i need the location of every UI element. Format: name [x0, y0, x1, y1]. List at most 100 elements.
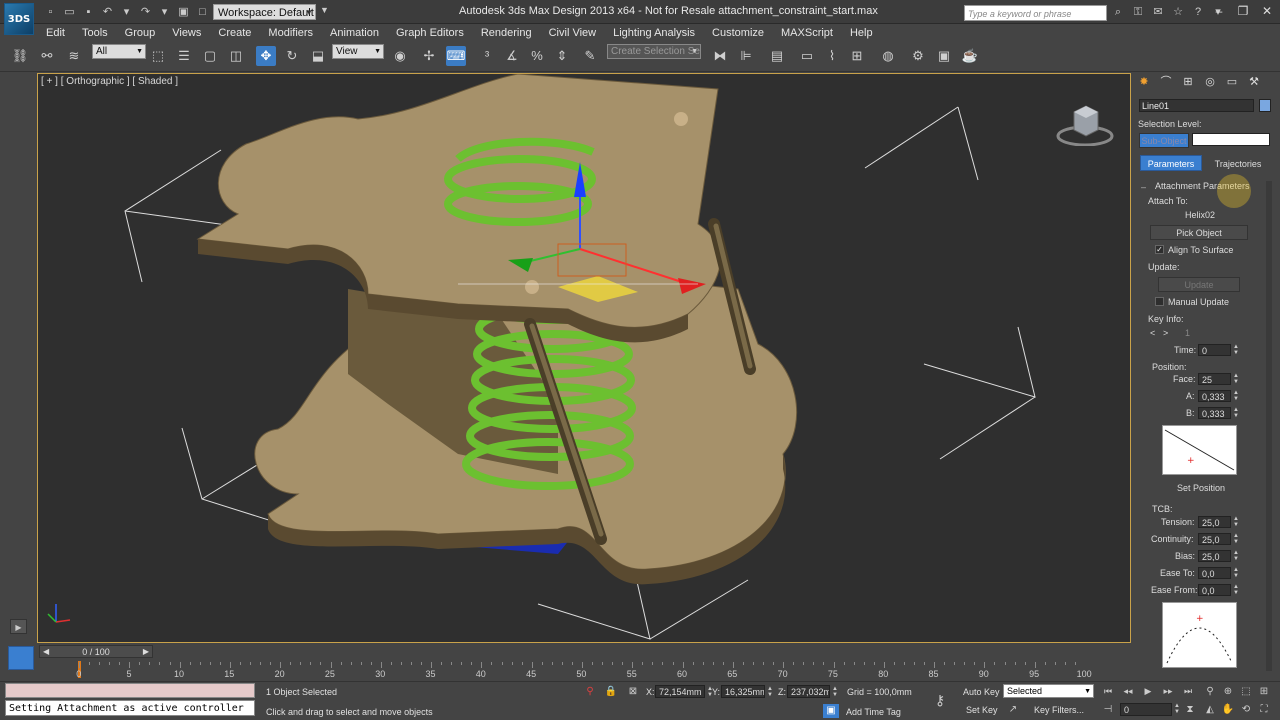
- perspective-viewport[interactable]: [ + ] [ Orthographic ] [ Shaded ]: [37, 73, 1131, 643]
- menu-create[interactable]: Create: [218, 27, 251, 39]
- menu-maxscript[interactable]: MAXScript: [781, 27, 833, 39]
- undo-icon[interactable]: ↶: [99, 4, 116, 20]
- modify-tab-icon[interactable]: ⌒: [1159, 75, 1173, 89]
- select-and-move-icon[interactable]: ✥: [256, 46, 276, 66]
- time-field[interactable]: 0: [1198, 344, 1231, 356]
- minimize-icon[interactable]: –: [1212, 3, 1226, 19]
- workspace-menu-icon[interactable]: ▼: [320, 5, 329, 15]
- next-key-icon[interactable]: >: [1163, 328, 1168, 338]
- field-of-view-icon[interactable]: ◭: [1202, 702, 1218, 717]
- key-filter-icon[interactable]: ↗: [1005, 703, 1021, 717]
- selection-filter-dropdown[interactable]: All ▼: [92, 44, 146, 59]
- continuity-field[interactable]: 25,0: [1198, 533, 1231, 545]
- play-icon[interactable]: ▶: [1140, 684, 1156, 698]
- b-field[interactable]: 0,333: [1198, 407, 1231, 419]
- frame-spinner[interactable]: ▲ ▼: [1173, 703, 1181, 715]
- zoom-all-icon[interactable]: ⊕: [1220, 684, 1236, 699]
- new-file-icon[interactable]: ▫: [42, 4, 59, 20]
- help-icon[interactable]: ?: [1191, 4, 1205, 20]
- material-editor-icon[interactable]: ◍: [878, 46, 898, 66]
- redo-dropdown-icon[interactable]: ▾: [156, 4, 173, 20]
- render-teapot-icon[interactable]: ☕: [960, 46, 980, 66]
- menu-modifiers[interactable]: Modifiers: [268, 27, 313, 39]
- hierarchy-tab-icon[interactable]: ⊞: [1181, 75, 1195, 89]
- mirror-icon[interactable]: ⧓: [710, 46, 730, 66]
- project-folder-icon[interactable]: ▣: [175, 4, 192, 20]
- y-spinner[interactable]: ▲ ▼: [766, 686, 774, 698]
- go-to-end-icon[interactable]: ⏭: [1180, 684, 1196, 698]
- zoom-icon[interactable]: ⚲: [1202, 684, 1218, 699]
- parameters-tab[interactable]: Parameters: [1140, 155, 1202, 171]
- percent-snap-icon[interactable]: %: [527, 46, 547, 66]
- open-file-icon[interactable]: ▭: [61, 4, 78, 20]
- key-mode-dropdown[interactable]: Selected ▼: [1003, 684, 1094, 698]
- object-color-swatch[interactable]: [1259, 99, 1271, 112]
- render-setup-icon[interactable]: ⚙: [908, 46, 928, 66]
- favorites-star-icon[interactable]: ☆: [1171, 4, 1185, 20]
- menu-customize[interactable]: Customize: [712, 27, 764, 39]
- use-pivot-center-icon[interactable]: ◉: [390, 46, 410, 66]
- z-spinner[interactable]: ▲ ▼: [831, 686, 839, 698]
- search-input[interactable]: Type a keyword or phrase: [964, 5, 1107, 21]
- window-crossing-icon[interactable]: ◫: [226, 46, 246, 66]
- continuity-spinner[interactable]: ▲ ▼: [1232, 533, 1240, 545]
- angle-snap-icon[interactable]: ∡: [502, 46, 522, 66]
- time-tag-icon[interactable]: ▣: [823, 704, 839, 718]
- face-field[interactable]: 25: [1198, 373, 1231, 385]
- maximize-viewport-icon[interactable]: ⛶: [1256, 702, 1272, 717]
- time-slider-track[interactable]: [37, 644, 1131, 660]
- menu-lighting-analysis[interactable]: Lighting Analysis: [613, 27, 695, 39]
- a-spinner[interactable]: ▲ ▼: [1232, 390, 1240, 402]
- ease-from-spinner[interactable]: ▲ ▼: [1232, 584, 1240, 596]
- close-icon[interactable]: ✕: [1260, 3, 1274, 19]
- go-to-start-icon[interactable]: ⏮: [1100, 684, 1116, 698]
- menu-group[interactable]: Group: [125, 27, 156, 39]
- object-name-field[interactable]: Line01: [1139, 99, 1254, 112]
- command-panel-scrollbar[interactable]: [1266, 181, 1272, 671]
- key-mode-toggle-icon[interactable]: ⊣: [1100, 703, 1116, 717]
- menu-animation[interactable]: Animation: [330, 27, 379, 39]
- key-filters-button[interactable]: Key Filters...: [1034, 705, 1084, 715]
- spinner-snap-icon[interactable]: ⇕: [552, 46, 572, 66]
- tension-spinner[interactable]: ▲ ▼: [1232, 516, 1240, 528]
- select-by-name-icon[interactable]: ☰: [174, 46, 194, 66]
- edit-named-selection-icon[interactable]: ✎: [580, 46, 600, 66]
- align-icon[interactable]: ⊫: [736, 46, 756, 66]
- mini-curve-editor-toggle-icon[interactable]: [8, 646, 34, 670]
- menu-civil-view[interactable]: Civil View: [549, 27, 596, 39]
- maxscript-output[interactable]: Setting Attachment as active controller: [5, 700, 255, 716]
- save-icon[interactable]: ▪: [80, 4, 97, 20]
- sub-object-button[interactable]: Sub-Object: [1139, 133, 1189, 148]
- bias-spinner[interactable]: ▲ ▼: [1232, 550, 1240, 562]
- z-coordinate-field[interactable]: 237,032mm: [787, 685, 830, 698]
- isolate-selection-icon[interactable]: ⚲: [582, 685, 598, 699]
- time-slider-thumb[interactable]: ◀ 0 / 100 ▶: [39, 645, 153, 658]
- set-position-button[interactable]: Set Position: [1177, 483, 1225, 493]
- tension-field[interactable]: 25,0: [1198, 516, 1231, 528]
- b-spinner[interactable]: ▲ ▼: [1232, 407, 1240, 419]
- schematic-view-icon[interactable]: ⊞: [847, 46, 867, 66]
- set-key-icon[interactable]: ⚷: [932, 693, 948, 707]
- reference-coord-dropdown[interactable]: View ▼: [332, 44, 384, 59]
- layer-manager-icon[interactable]: ▤: [767, 46, 787, 66]
- menu-rendering[interactable]: Rendering: [481, 27, 532, 39]
- undo-dropdown-icon[interactable]: ▾: [118, 4, 135, 20]
- subscription-icon[interactable]: ⚿: [1131, 4, 1145, 20]
- select-object-icon[interactable]: ⬚: [148, 46, 168, 66]
- update-button[interactable]: Update: [1158, 277, 1240, 292]
- trajectories-tab[interactable]: Trajectories: [1206, 155, 1270, 171]
- redo-icon[interactable]: ↷: [137, 4, 154, 20]
- zoom-extents-icon[interactable]: ⬚: [1238, 684, 1254, 699]
- menu-graph-editors[interactable]: Graph Editors: [396, 27, 464, 39]
- select-and-scale-icon[interactable]: ⬓: [308, 46, 328, 66]
- prev-key-icon[interactable]: <: [1150, 328, 1155, 338]
- create-tab-icon[interactable]: ✸: [1137, 75, 1151, 89]
- tcb-graph[interactable]: +: [1162, 602, 1237, 668]
- time-configuration-icon[interactable]: ⧗: [1182, 703, 1198, 717]
- zoom-extents-all-icon[interactable]: ⊞: [1256, 684, 1272, 699]
- set-key-button[interactable]: Set Key: [966, 705, 998, 715]
- menu-tools[interactable]: Tools: [82, 27, 108, 39]
- y-coordinate-field[interactable]: 16,325mm: [721, 685, 765, 698]
- workspace-dropdown[interactable]: Workspace: Default ▼: [213, 4, 316, 20]
- search-binoculars-icon[interactable]: ⌕: [1111, 4, 1125, 20]
